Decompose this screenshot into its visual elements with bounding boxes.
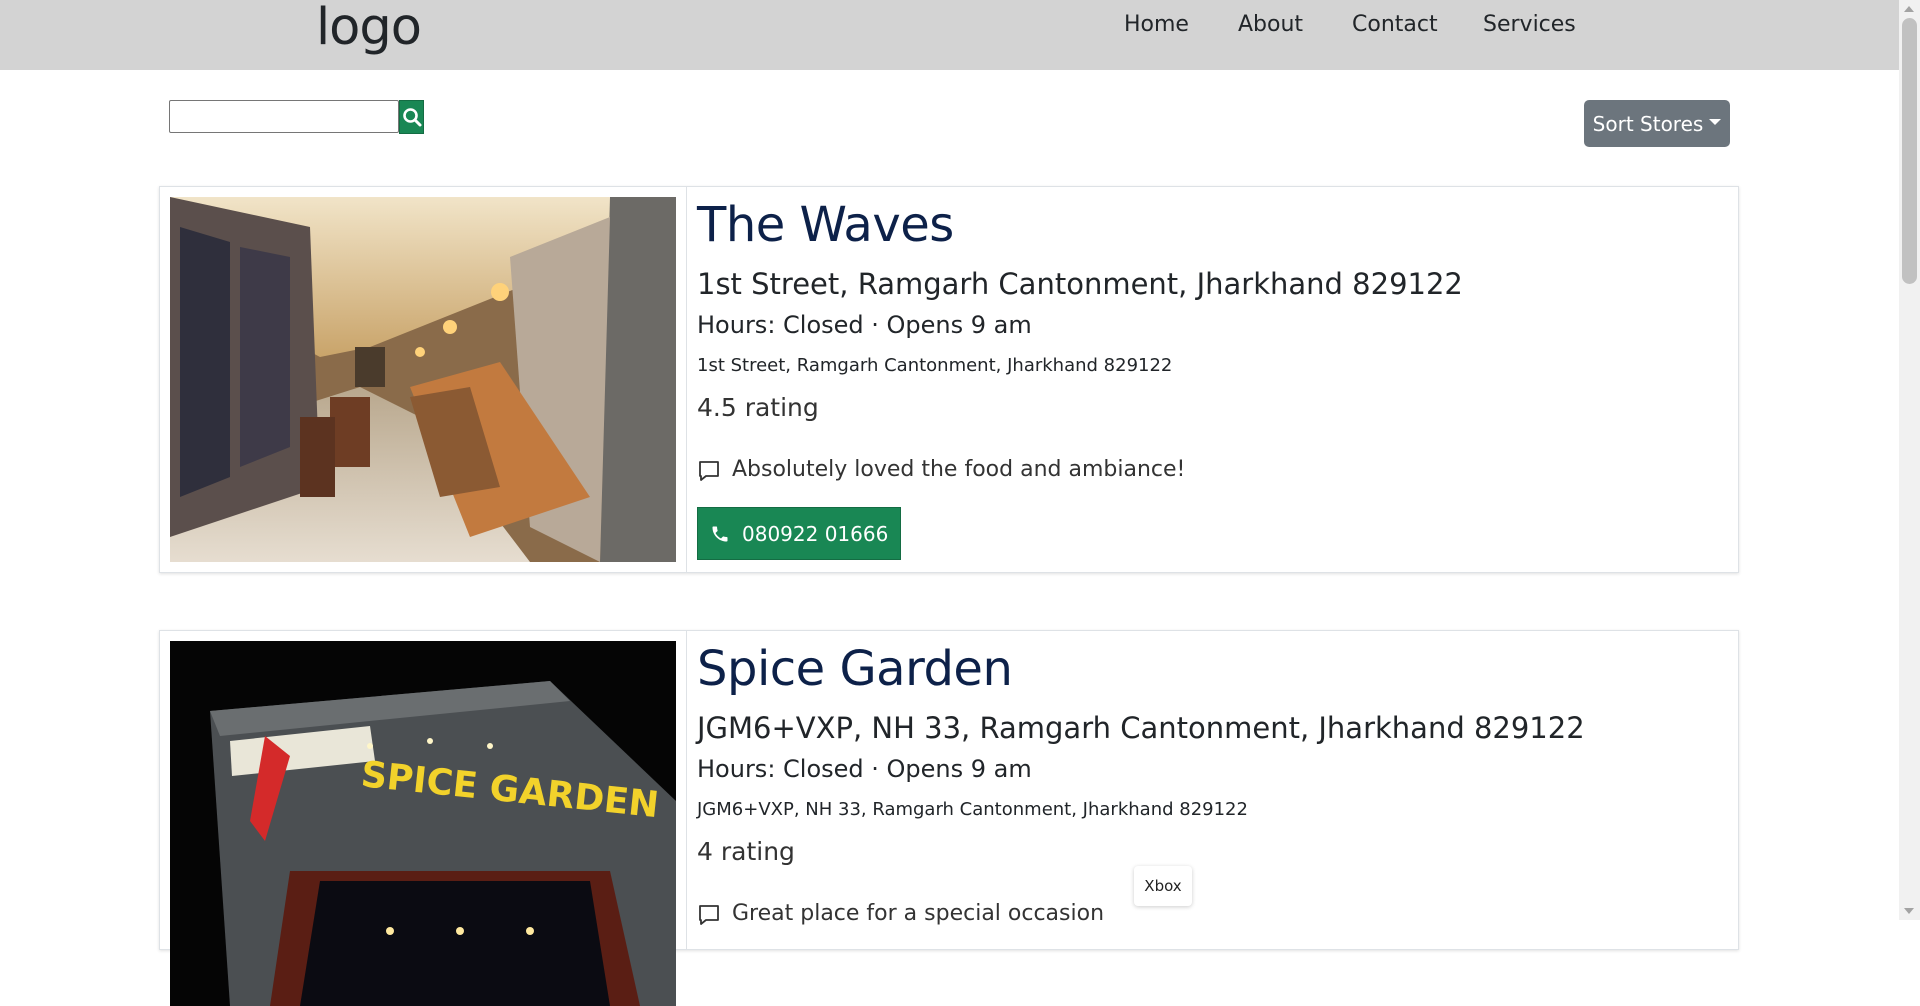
store-image: SPICE GARDEN <box>170 641 676 1006</box>
store-rating: 4.5 rating <box>697 393 819 422</box>
store-address-heading: JGM6+VXP, NH 33, Ramgarh Cantonment, Jha… <box>697 711 1585 745</box>
store-name: The Waves <box>697 197 954 253</box>
sort-stores-dropdown[interactable]: Sort Stores <box>1584 100 1730 147</box>
nav-about[interactable]: About <box>1238 12 1303 37</box>
top-navbar: logo Home About Contact Services <box>0 0 1899 70</box>
store-address: JGM6+VXP, NH 33, Ramgarh Cantonment, Jha… <box>697 799 1248 820</box>
store-address-heading: 1st Street, Ramgarh Cantonment, Jharkhan… <box>697 267 1463 301</box>
store-address: 1st Street, Ramgarh Cantonment, Jharkhan… <box>697 355 1173 376</box>
chat-bubble-icon <box>699 461 719 481</box>
sort-stores-label: Sort Stores <box>1592 111 1704 136</box>
search-icon <box>403 108 422 127</box>
nav-contact[interactable]: Contact <box>1352 12 1438 37</box>
card-divider <box>686 187 687 572</box>
search-input[interactable] <box>169 100 399 133</box>
store-image <box>170 197 676 562</box>
store-name: Spice Garden <box>697 641 1013 697</box>
scroll-up-arrow-icon[interactable] <box>1904 6 1914 12</box>
store-review: Great place for a special occasion <box>732 901 1105 926</box>
call-button[interactable]: 080922 01666 <box>697 507 902 560</box>
phone-icon <box>712 526 728 541</box>
tooltip: Xbox <box>1134 866 1192 906</box>
card-divider <box>686 631 687 949</box>
store-card: The Waves 1st Street, Ramgarh Cantonment… <box>159 186 1739 573</box>
caret-down-icon <box>1709 119 1722 125</box>
store-card: SPICE GARDEN Spice Garden JGM6+VXP, NH 3… <box>159 630 1739 1006</box>
logo[interactable]: logo <box>316 0 422 57</box>
store-review: Absolutely loved the food and ambiance! <box>732 457 1186 482</box>
phone-number: 080922 01666 <box>742 521 889 546</box>
scroll-thumb[interactable] <box>1902 18 1917 284</box>
store-hours: Hours: Closed · Opens 9 am <box>697 311 1032 339</box>
nav-home[interactable]: Home <box>1124 12 1189 37</box>
store-rating: 4 rating <box>697 837 795 866</box>
search-button[interactable] <box>399 100 424 134</box>
scroll-down-arrow-icon[interactable] <box>1904 908 1914 914</box>
chat-bubble-icon <box>699 905 719 925</box>
nav-services[interactable]: Services <box>1483 12 1576 37</box>
store-hours: Hours: Closed · Opens 9 am <box>697 755 1032 783</box>
page-scrollbar[interactable] <box>1899 0 1920 920</box>
